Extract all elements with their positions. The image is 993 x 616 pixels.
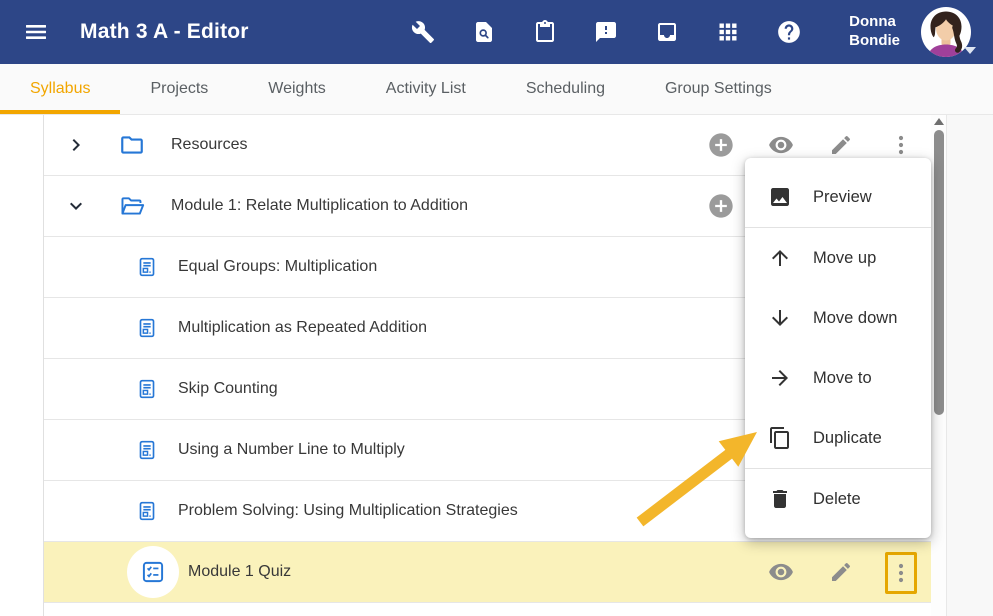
scrollbar[interactable] bbox=[931, 115, 947, 616]
item-title[interactable]: Using a Number Line to Multiply bbox=[178, 441, 405, 459]
arrow-up-icon bbox=[768, 246, 792, 270]
chevron-right-icon[interactable] bbox=[64, 133, 88, 157]
item-title[interactable]: Problem Solving: Using Multiplication St… bbox=[178, 502, 518, 520]
help-icon[interactable] bbox=[767, 10, 811, 54]
menu-item-preview[interactable]: Preview bbox=[745, 167, 931, 227]
copy-icon bbox=[768, 426, 792, 450]
lesson-document-icon bbox=[136, 439, 158, 461]
tab-weights[interactable]: Weights bbox=[238, 64, 356, 114]
chevron-down-icon[interactable] bbox=[64, 194, 88, 218]
tab-group-settings[interactable]: Group Settings bbox=[635, 64, 802, 114]
menu-item-move-down[interactable]: Move down bbox=[745, 288, 931, 348]
item-title[interactable]: Module 1 Quiz bbox=[188, 563, 291, 581]
quiz-icon-circle bbox=[127, 546, 179, 598]
syllabus-row-module-1-quiz[interactable]: Module 1 Quiz bbox=[44, 542, 931, 603]
document-search-icon[interactable] bbox=[462, 10, 506, 54]
trash-icon bbox=[768, 487, 792, 511]
inbox-icon[interactable] bbox=[645, 10, 689, 54]
item-context-menu: Preview Move up Move down Move to Duplic… bbox=[745, 158, 931, 538]
focus-ring bbox=[885, 552, 917, 594]
feedback-icon[interactable] bbox=[584, 10, 628, 54]
tab-projects[interactable]: Projects bbox=[120, 64, 238, 114]
scrollbar-thumb[interactable] bbox=[934, 130, 944, 415]
edit-button[interactable] bbox=[821, 552, 861, 592]
avatar-caret-icon bbox=[964, 47, 976, 54]
item-title[interactable]: Multiplication as Repeated Addition bbox=[178, 319, 427, 337]
quiz-checklist-icon bbox=[140, 559, 166, 585]
lesson-document-icon bbox=[136, 500, 158, 522]
item-title[interactable]: Equal Groups: Multiplication bbox=[178, 258, 377, 276]
arrow-down-icon bbox=[768, 306, 792, 330]
folder-open-icon bbox=[119, 193, 145, 219]
lesson-document-icon bbox=[136, 317, 158, 339]
right-gutter bbox=[947, 115, 993, 616]
tab-activity-list[interactable]: Activity List bbox=[356, 64, 496, 114]
tools-icon[interactable] bbox=[401, 10, 445, 54]
preview-image-icon bbox=[768, 185, 792, 209]
folder-icon bbox=[119, 132, 145, 158]
item-title[interactable]: Module 1: Relate Multiplication to Addit… bbox=[171, 197, 468, 215]
avatar[interactable] bbox=[920, 6, 972, 58]
add-button[interactable] bbox=[701, 125, 741, 165]
menu-item-move-to[interactable]: Move to bbox=[745, 348, 931, 408]
menu-item-move-up[interactable]: Move up bbox=[745, 228, 931, 288]
item-title[interactable]: Resources bbox=[171, 136, 247, 154]
more-button-focused[interactable] bbox=[881, 552, 921, 592]
clipboard-icon[interactable] bbox=[523, 10, 567, 54]
menu-icon[interactable] bbox=[14, 10, 58, 54]
preview-eye-button[interactable] bbox=[761, 552, 801, 592]
app-grid-icon[interactable] bbox=[706, 10, 750, 54]
tab-syllabus[interactable]: Syllabus bbox=[0, 64, 120, 114]
syllabus-panel: Resources bbox=[0, 115, 993, 616]
add-button[interactable] bbox=[701, 186, 741, 226]
scroll-up-arrow-icon[interactable] bbox=[934, 118, 944, 125]
user-name[interactable]: Donna Bondie bbox=[849, 13, 900, 51]
menu-item-delete[interactable]: Delete bbox=[745, 469, 931, 529]
tab-scheduling[interactable]: Scheduling bbox=[496, 64, 635, 114]
page-title: Math 3 A - Editor bbox=[80, 20, 249, 44]
header-toolbar bbox=[401, 10, 811, 54]
lesson-document-icon bbox=[136, 256, 158, 278]
menu-item-duplicate[interactable]: Duplicate bbox=[745, 408, 931, 468]
row-actions bbox=[761, 552, 931, 592]
app-header: Math 3 A - Editor Donna Bondie bbox=[0, 0, 993, 64]
item-title[interactable]: Skip Counting bbox=[178, 380, 278, 398]
editor-tabs: Syllabus Projects Weights Activity List … bbox=[0, 64, 993, 115]
arrow-right-icon bbox=[768, 366, 792, 390]
lesson-document-icon bbox=[136, 378, 158, 400]
